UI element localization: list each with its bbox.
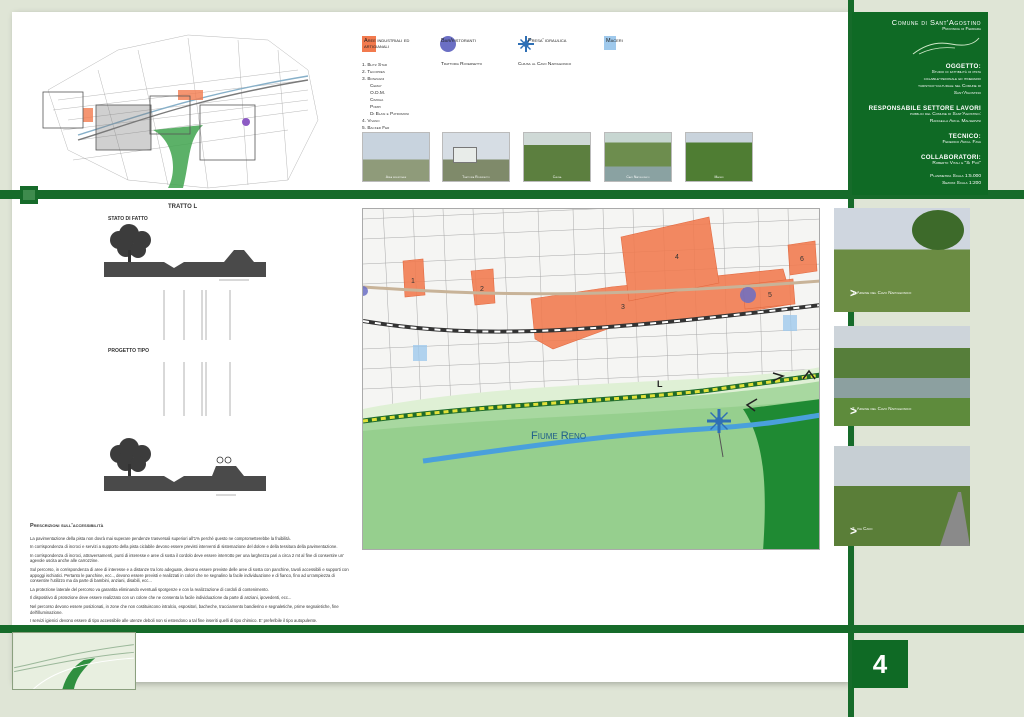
legend-bar: Bar/ristoranti bbox=[441, 38, 476, 44]
legend-list-item: Di Blasi e Patromoni bbox=[370, 112, 410, 117]
tecnico-label: TECNICO: bbox=[948, 132, 981, 140]
zone-label: 5 bbox=[768, 292, 772, 299]
oggetto-line-1: Studio di fattibilità di pista bbox=[931, 69, 981, 75]
collaboratori-text: Roberto Vitali e "Si Può" bbox=[932, 160, 981, 166]
legend-industrial: Aree industriali ed artigianali bbox=[364, 38, 410, 50]
legend-list-item: 3. Bonzagni bbox=[362, 77, 385, 82]
sheet-number: 4 bbox=[852, 640, 908, 688]
zone-label: 1 bbox=[411, 278, 415, 285]
arrow-icon: > bbox=[850, 286, 858, 300]
notes-paragraph: Il dispositivo di protezione deve essere… bbox=[30, 595, 292, 601]
oggetto-line-4: Sant'Agostino bbox=[953, 90, 981, 96]
river-label: Fiume Reno bbox=[531, 430, 586, 442]
collaboratori-label: COLLABORATORI: bbox=[921, 153, 981, 161]
legend-maceri: Maceri bbox=[606, 38, 623, 44]
photo-caption: Chiusa bbox=[552, 175, 562, 179]
photo-maceri: Maceri bbox=[685, 132, 753, 182]
legend-list-item: 4. Vivano bbox=[362, 119, 380, 124]
zone-label: 4 bbox=[675, 254, 679, 261]
detail-map: 1 2 3 4 5 6 Fiume Reno L bbox=[362, 208, 820, 550]
responsabile-line-1: pubblici del Comune di Sant'Agostino: bbox=[910, 111, 981, 117]
tratto-title: TRATTO L bbox=[168, 204, 198, 210]
oggetto-label: OGGETTO: bbox=[945, 62, 981, 70]
comune-title: Comune di Sant'Agostino bbox=[891, 18, 981, 27]
legend-list-item: Cimoha bbox=[370, 98, 384, 103]
legend-list-item: Pompi bbox=[370, 105, 381, 110]
zone-label: 6 bbox=[800, 256, 804, 263]
legend-trattoria: Trattoria Roversetto bbox=[441, 62, 483, 67]
photo-caption: 1. Argine del Cavo Napoleonico bbox=[852, 290, 912, 295]
photo-chiusa: Chiusa bbox=[523, 132, 591, 182]
arrow-icon: > bbox=[850, 404, 858, 418]
legend-list-item: 5. Backer Fer bbox=[362, 126, 390, 131]
legend-chiusa: Chiusa al Cavo Napoleonico bbox=[518, 62, 572, 67]
responsabile-line-2: Raffaella Arch. Malservisi bbox=[929, 118, 981, 124]
responsabile-label: RESPONSABILE SETTORE LAVORI bbox=[868, 104, 981, 112]
photo-caption: Area industriale bbox=[385, 175, 407, 179]
logo-icon bbox=[912, 37, 980, 55]
scale-planimetria: Planimetria Scala 1:5.000 bbox=[930, 173, 981, 179]
notes-paragraph: La pavimentazione della pista non dovrà … bbox=[30, 535, 291, 541]
notes-accessibility: Prescrizioni sull'accessibilità La pavim… bbox=[30, 523, 352, 627]
photo-caption: Maceri bbox=[714, 175, 724, 179]
presa-map-icon bbox=[707, 409, 731, 433]
frame-corner-inner bbox=[23, 190, 35, 200]
progetto-tipo-label: PROGETTO TIPO bbox=[108, 348, 150, 354]
photo-industrial: Area industriale bbox=[362, 132, 430, 182]
legend-company-list: 1. Blitz Star 2. Tecopres 3. Bonzagni Ce… bbox=[362, 62, 409, 139]
title-block: Comune di Sant'Agostino Provincia di Fer… bbox=[852, 12, 988, 195]
notes-paragraph: In corrispondenza di incroci e servizi a… bbox=[30, 544, 338, 550]
tract-label: L bbox=[657, 379, 663, 389]
notes-heading: Prescrizioni sull'accessibilità bbox=[30, 523, 104, 529]
section-progetto-drawing bbox=[104, 362, 266, 496]
legend-list-item: 2. Tecopres bbox=[362, 70, 385, 75]
inset-map bbox=[12, 632, 136, 690]
notes-paragraph: Nel percorso devono essere posizionati, … bbox=[30, 603, 339, 615]
photo-cavo: Cavo Napoleonico bbox=[604, 132, 672, 182]
scale-sezioni: Sezioni Scala 1:200 bbox=[942, 180, 981, 186]
provincia: Provincia di Ferrara bbox=[942, 27, 981, 32]
section-stato-drawing bbox=[104, 224, 266, 340]
photo-caption: Trattoria Roversetto bbox=[462, 175, 490, 179]
legend-list-item: O.D.M. bbox=[370, 91, 386, 96]
notes-paragraph: I servizi igienici devono essere di tipo… bbox=[30, 618, 318, 624]
oggetto-line-2: ciclabile-pedonale ed itinerario bbox=[923, 76, 981, 82]
oggetto-line-3: turistico-culturale nel Comune di bbox=[918, 83, 981, 89]
notes-paragraph: Sul percorso, in corrispondenza di aree … bbox=[30, 566, 349, 584]
legend-presa: Presa' idraulica bbox=[528, 38, 567, 44]
photo-trattoria: Trattoria Roversetto bbox=[442, 132, 510, 182]
legend-list-item: 1. Blitz Star bbox=[362, 63, 388, 68]
arrow-icon: > bbox=[850, 524, 858, 538]
legend-list-item: Cemay bbox=[370, 84, 382, 89]
zone-label: 3 bbox=[621, 304, 625, 311]
notes-paragraph: In corrispondenza di incroci, attraversa… bbox=[30, 552, 344, 564]
photo-caption: Cavo Napoleonico bbox=[626, 175, 650, 179]
tecnico-text: Federico Arch. Fava bbox=[942, 139, 981, 145]
notes-paragraph: La protezione laterale del percorso va g… bbox=[30, 586, 269, 592]
overview-map bbox=[42, 34, 319, 189]
photo-caption: 2. Argine del Cavo Napoleonico bbox=[852, 406, 912, 411]
